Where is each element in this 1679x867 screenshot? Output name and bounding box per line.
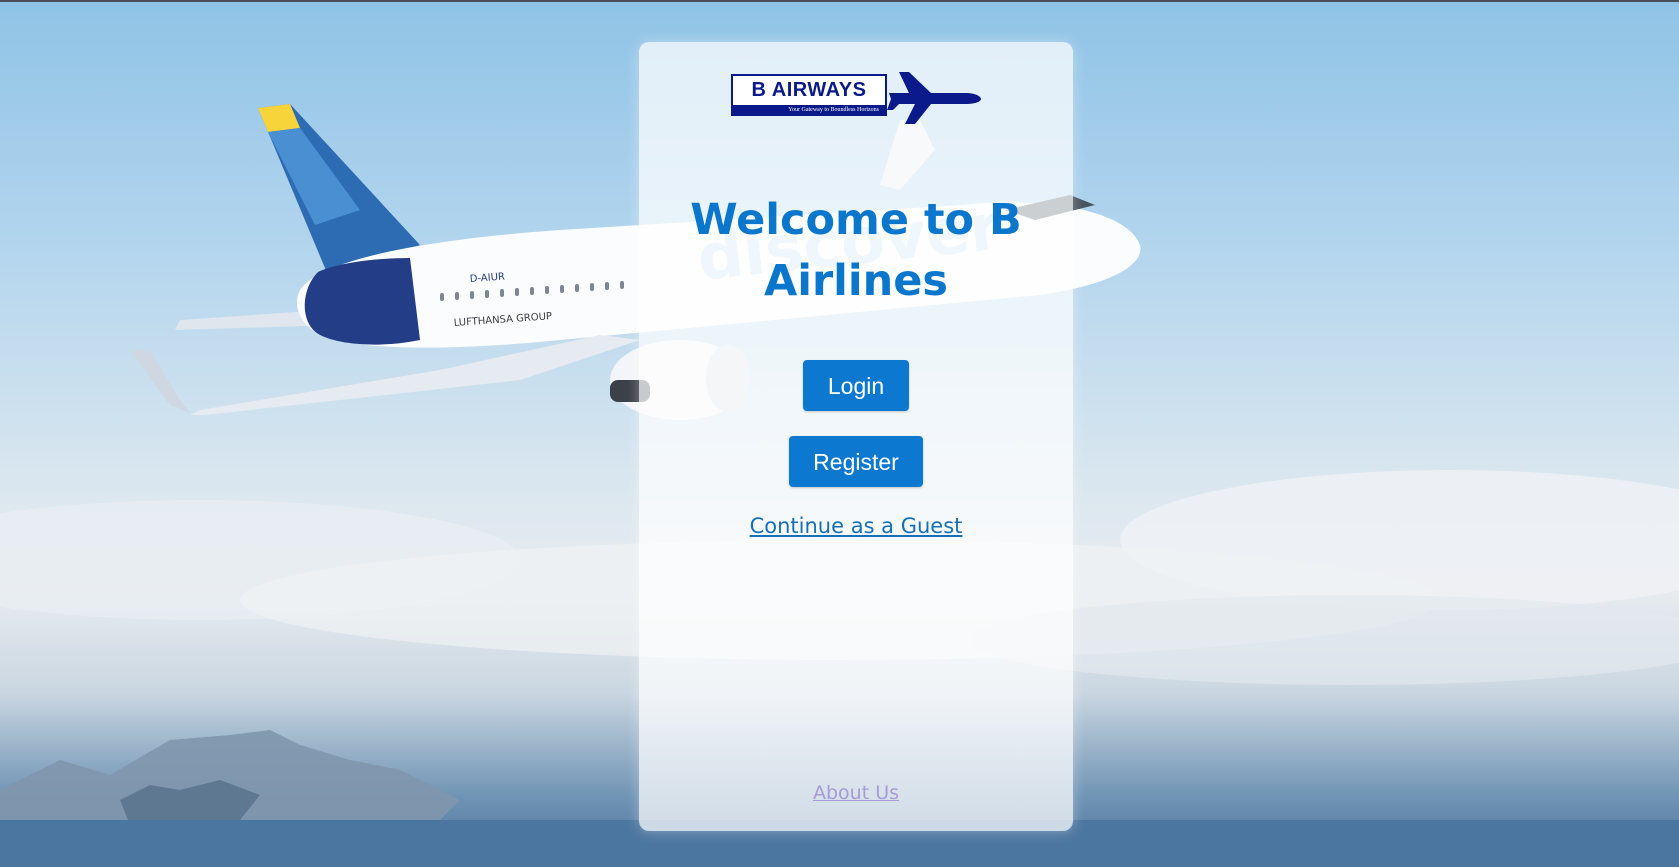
logo-badge: B AIRWAYS Your Gateway to Boundless Hori… <box>731 74 887 116</box>
brand-logo: B AIRWAYS Your Gateway to Boundless Hori… <box>731 66 983 126</box>
page-title: Welcome to B Airlines <box>690 195 1022 306</box>
logo-tagline: Your Gateway to Boundless Horizons <box>733 105 885 116</box>
airplane-icon <box>887 72 981 124</box>
logo-brand-text: B AIRWAYS <box>751 79 867 101</box>
register-button[interactable]: Register <box>789 436 923 487</box>
login-button[interactable]: Login <box>803 360 909 411</box>
about-us-link[interactable]: About Us <box>700 782 1012 804</box>
continue-as-guest-link[interactable]: Continue as a Guest <box>700 514 1012 538</box>
